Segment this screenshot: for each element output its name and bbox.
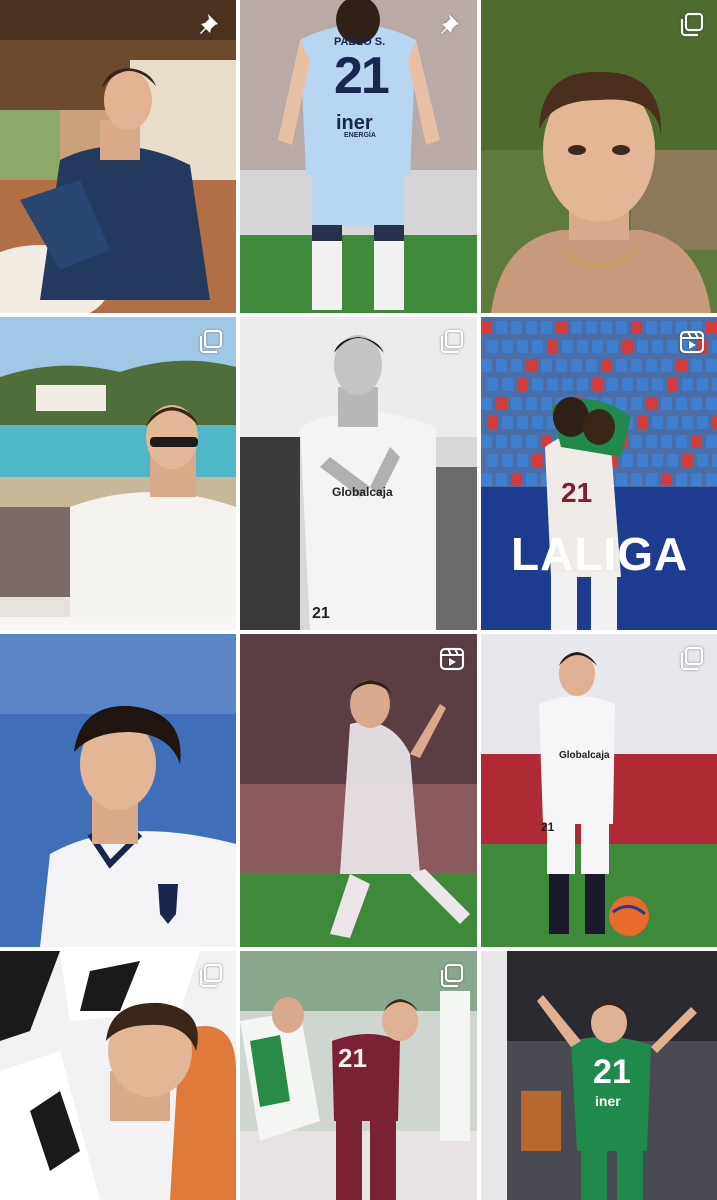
post-tile-8[interactable] xyxy=(240,634,477,947)
post-6-photo xyxy=(481,317,717,630)
post-tile-6[interactable]: LALIGA 21 xyxy=(481,317,717,630)
shirt-number-text: 21 xyxy=(312,605,330,622)
jersey-number-text: 21 xyxy=(593,1053,631,1091)
shirt-sponsor-text: Globalcaja xyxy=(559,750,610,761)
carousel-icon xyxy=(677,10,707,40)
jersey-number-text: 21 xyxy=(338,1043,367,1073)
sponsor-text: iner xyxy=(595,1093,621,1109)
carousel-icon xyxy=(196,961,226,991)
post-1-photo xyxy=(0,0,236,313)
reel-icon xyxy=(677,327,707,357)
sponsor-sub-text: ENERGÍA xyxy=(344,132,376,139)
post-tile-3[interactable] xyxy=(481,0,717,313)
reel-icon xyxy=(437,644,467,674)
post-3-photo xyxy=(481,0,717,313)
post-8-photo xyxy=(240,634,477,947)
post-5-photo xyxy=(240,317,477,630)
post-tile-11[interactable]: 21 xyxy=(240,951,477,1200)
post-tile-12[interactable]: 21 iner xyxy=(481,951,717,1200)
post-tile-7[interactable] xyxy=(0,634,236,947)
jersey-number-text: 21 xyxy=(334,47,390,105)
carousel-icon xyxy=(437,961,467,991)
post-tile-10[interactable] xyxy=(0,951,236,1200)
post-tile-2[interactable]: PABLO S. 21 iner ENERGÍA xyxy=(240,0,477,313)
pin-icon xyxy=(196,10,226,40)
post-7-photo xyxy=(0,634,236,947)
board-text: LALIGA xyxy=(511,528,689,580)
shirt-number-text: 21 xyxy=(541,820,555,834)
carousel-icon xyxy=(677,644,707,674)
pin-icon xyxy=(437,10,467,40)
post-tile-9[interactable]: Globalcaja 21 xyxy=(481,634,717,947)
carousel-icon xyxy=(437,327,467,357)
carousel-icon xyxy=(196,327,226,357)
post-4-photo xyxy=(0,317,236,630)
shirt-sponsor-text: Globalcaja xyxy=(332,485,393,499)
post-tile-1[interactable] xyxy=(0,0,236,313)
profile-post-grid: PABLO S. 21 iner ENERGÍA Globalcaja 21 L… xyxy=(0,0,717,1200)
post-tile-4[interactable] xyxy=(0,317,236,630)
post-9-photo xyxy=(481,634,717,947)
post-tile-5[interactable]: Globalcaja 21 xyxy=(240,317,477,630)
jersey-number-text: 21 xyxy=(561,477,593,508)
